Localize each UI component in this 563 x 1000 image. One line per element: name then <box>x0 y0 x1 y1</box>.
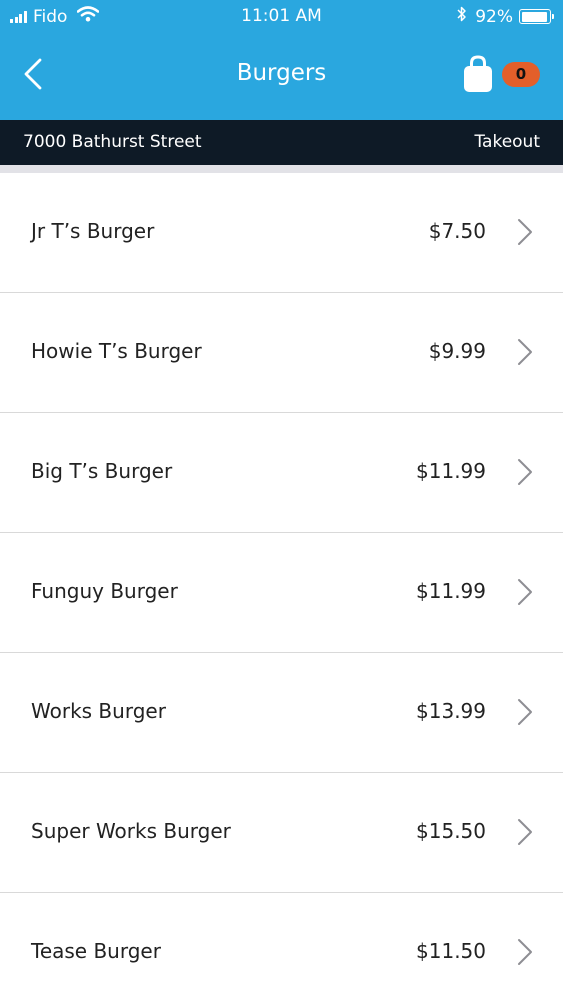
status-right: 92% <box>457 6 554 27</box>
menu-item-price: $11.99 <box>416 459 486 483</box>
menu-item-price: $11.50 <box>416 939 486 963</box>
menu-item-name: Tease Burger <box>31 939 161 963</box>
store-address: 7000 Bathurst Street <box>23 132 202 152</box>
bluetooth-icon <box>457 6 467 27</box>
menu-item-price: $9.99 <box>428 339 486 363</box>
location-bar: 7000 Bathurst Street Takeout <box>0 120 563 165</box>
menu-item-name: Howie T’s Burger <box>31 339 202 363</box>
menu-item-price: $13.99 <box>416 699 486 723</box>
status-bar: Fido 11:01 AM 92% <box>0 0 563 34</box>
battery-icon <box>519 9 554 24</box>
menu-item-name: Funguy Burger <box>31 579 178 603</box>
battery-percent: 92% <box>475 6 513 27</box>
menu-item-price: $11.99 <box>416 579 486 603</box>
chevron-right-icon <box>518 339 532 365</box>
app-header: Fido 11:01 AM 92% Burgers 0 <box>0 0 563 120</box>
chevron-right-icon <box>518 579 532 605</box>
menu-item-name: Works Burger <box>31 699 166 723</box>
menu-item[interactable]: Jr T’s Burger $7.50 <box>0 173 563 293</box>
shopping-bag-icon <box>464 55 492 92</box>
section-divider <box>0 165 563 173</box>
menu-item-name: Super Works Burger <box>31 819 231 843</box>
chevron-right-icon <box>518 459 532 485</box>
menu-item-price: $15.50 <box>416 819 486 843</box>
menu-item-name: Big T’s Burger <box>31 459 173 483</box>
order-type[interactable]: Takeout <box>474 132 540 152</box>
menu-item[interactable]: Works Burger $13.99 <box>0 653 563 773</box>
chevron-right-icon <box>518 939 532 965</box>
menu-item-name: Jr T’s Burger <box>31 219 155 243</box>
chevron-right-icon <box>518 219 532 245</box>
menu-item[interactable]: Big T’s Burger $11.99 <box>0 413 563 533</box>
menu-item[interactable]: Howie T’s Burger $9.99 <box>0 293 563 413</box>
chevron-right-icon <box>518 819 532 845</box>
menu-list: Jr T’s Burger $7.50 Howie T’s Burger $9.… <box>0 173 563 1000</box>
menu-item[interactable]: Super Works Burger $15.50 <box>0 773 563 893</box>
menu-item[interactable]: Tease Burger $11.50 <box>0 893 563 1000</box>
menu-item-price: $7.50 <box>428 219 486 243</box>
cart-button[interactable]: 0 <box>462 54 544 96</box>
menu-item[interactable]: Funguy Burger $11.99 <box>0 533 563 653</box>
nav-bar: Burgers 0 <box>0 34 563 120</box>
cart-count-badge: 0 <box>502 62 540 87</box>
chevron-right-icon <box>518 699 532 725</box>
